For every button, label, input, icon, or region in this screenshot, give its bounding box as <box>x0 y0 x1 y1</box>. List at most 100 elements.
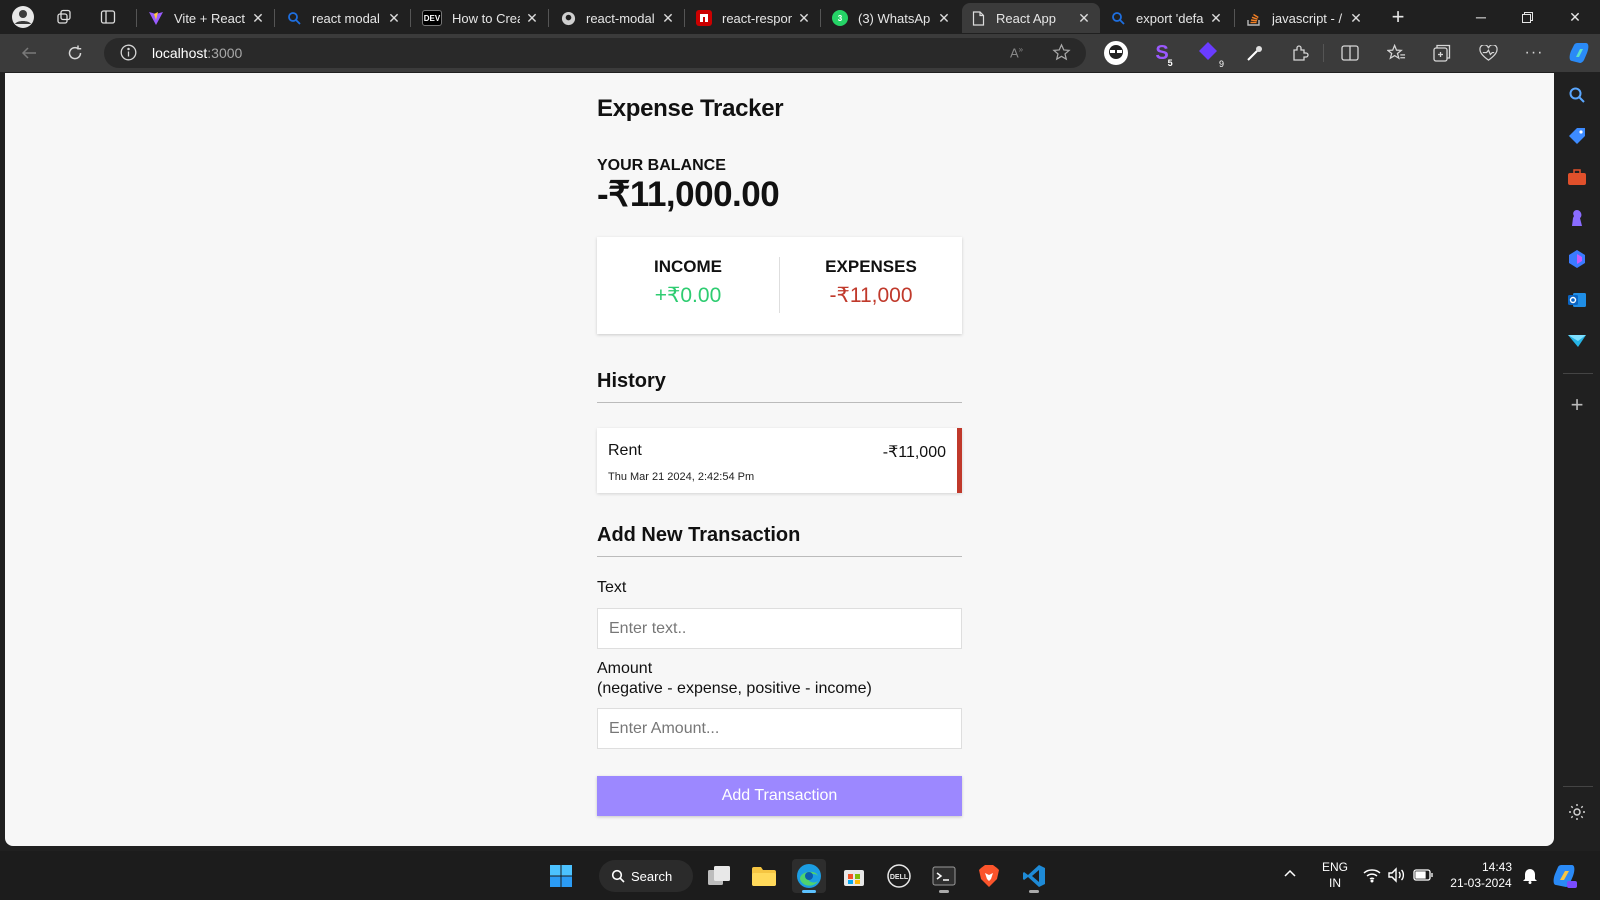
wifi-icon[interactable] <box>1363 867 1381 888</box>
games-chess-icon[interactable] <box>1565 206 1589 230</box>
tab-vite-react[interactable]: Vite + React ✕ <box>140 3 274 33</box>
balance-value: -₹11,000.00 <box>597 175 780 214</box>
close-icon[interactable]: ✕ <box>936 10 952 27</box>
copilot-sidebar-icon[interactable] <box>1565 247 1589 271</box>
close-icon[interactable]: ✕ <box>1348 10 1364 27</box>
search-icon <box>1110 10 1126 26</box>
shopping-tag-icon[interactable] <box>1565 124 1589 148</box>
tab-react-modal-github[interactable]: react-modal ✕ <box>552 3 684 33</box>
microsoft-store-icon[interactable] <box>837 859 871 893</box>
vscode-icon[interactable] <box>1017 859 1051 893</box>
add-transaction-heading: Add New Transaction <box>597 524 962 557</box>
clock[interactable]: 14:43 21-03-2024 <box>1444 859 1518 891</box>
notification-bell-icon[interactable] <box>1522 866 1538 889</box>
tray-chevron-up-icon[interactable] <box>1284 867 1296 885</box>
search-icon[interactable] <box>1565 83 1589 107</box>
outlook-icon[interactable] <box>1565 288 1589 312</box>
workspaces-icon[interactable] <box>50 4 78 30</box>
edge-browser-icon[interactable] <box>792 859 826 893</box>
expense-value: -₹11,000 <box>829 284 913 307</box>
tab-dev-how-to[interactable]: DEV How to Crea ✕ <box>414 3 548 33</box>
extensions-puzzle-icon[interactable] <box>1285 40 1315 66</box>
terminal-icon[interactable] <box>927 859 961 893</box>
split-screen-icon[interactable] <box>1335 40 1365 66</box>
back-arrow-icon[interactable] <box>14 40 44 66</box>
income-section: INCOME +₹0.00 <box>597 257 779 308</box>
windows-start-icon[interactable] <box>544 859 578 893</box>
tab-react-modal[interactable]: react modal ✕ <box>278 3 410 33</box>
list-item[interactable]: Rent -₹11,000 Thu Mar 21 2024, 2:42:54 P… <box>597 428 962 493</box>
amount-input[interactable] <box>597 708 962 749</box>
profile-avatar-icon[interactable] <box>9 4 37 30</box>
add-sidebar-app-plus-icon[interactable]: + <box>1565 392 1589 417</box>
dell-icon[interactable]: DELL <box>882 859 916 893</box>
battery-icon[interactable] <box>1413 868 1433 887</box>
tools-briefcase-icon[interactable] <box>1565 165 1589 189</box>
svg-text:DELL: DELL <box>890 874 909 881</box>
whatsapp-icon: 3 <box>832 10 848 26</box>
tab-export-default[interactable]: export 'defa ✕ <box>1102 3 1232 33</box>
tab-whatsapp[interactable]: 3 (3) WhatsAp ✕ <box>824 3 960 33</box>
brave-browser-icon[interactable] <box>972 859 1006 893</box>
task-view-icon[interactable] <box>702 859 736 893</box>
close-icon[interactable]: ✕ <box>660 10 676 27</box>
new-tab-plus-icon[interactable]: + <box>1384 4 1412 30</box>
add-transaction-button[interactable]: Add Transaction <box>597 776 962 816</box>
close-icon[interactable]: ✕ <box>386 10 402 27</box>
income-expense-card: INCOME +₹0.00 EXPENSES -₹11,000 <box>597 237 962 334</box>
collections-icon[interactable] <box>1427 40 1457 66</box>
amount-hint: (negative - expense, positive - income) <box>597 680 872 697</box>
close-icon[interactable]: ✕ <box>250 10 266 27</box>
favorites-icon[interactable] <box>1381 40 1411 66</box>
address-bar[interactable]: localhost:3000 A» <box>104 38 1086 68</box>
volume-icon[interactable] <box>1387 867 1405 888</box>
tab-react-app[interactable]: React App ✕ <box>962 3 1100 33</box>
vertical-tabs-icon[interactable] <box>94 4 122 30</box>
read-aloud-icon[interactable]: A» <box>1010 45 1023 60</box>
amount-field-label: Amount <box>597 660 653 677</box>
close-window-icon[interactable]: ✕ <box>1552 0 1598 34</box>
drop-send-icon[interactable] <box>1565 329 1589 353</box>
stackoverflow-icon <box>1246 10 1262 26</box>
close-icon[interactable]: ✕ <box>1208 10 1224 27</box>
restore-icon[interactable] <box>1504 0 1550 34</box>
url-text: localhost:3000 <box>152 45 243 61</box>
close-icon[interactable]: ✕ <box>1076 10 1092 27</box>
tab-javascript-stackoverflow[interactable]: javascript - / ✕ <box>1238 3 1372 33</box>
search-icon <box>286 10 302 26</box>
edge-sidebar: + <box>1555 73 1600 846</box>
close-icon[interactable]: ✕ <box>524 10 540 27</box>
income-value: +₹0.00 <box>654 284 722 307</box>
diamond-extension-icon[interactable]: 9 <box>1193 40 1224 69</box>
language-indicator[interactable]: ENG IN <box>1318 859 1352 891</box>
vite-icon <box>148 10 164 26</box>
text-input[interactable] <box>597 608 962 649</box>
profile-extension-icon[interactable] <box>1101 40 1131 66</box>
income-label: INCOME <box>654 257 722 276</box>
sidebar-settings-gear-icon[interactable] <box>1565 800 1589 824</box>
minimize-icon[interactable]: ─ <box>1458 0 1504 34</box>
browser-toolbar: localhost:3000 A» S5 9 ··· <box>0 34 1600 72</box>
tab-react-responsive[interactable]: react-respon ✕ <box>688 3 820 33</box>
taskbar-search[interactable]: Search <box>599 860 693 892</box>
close-icon[interactable]: ✕ <box>796 10 812 27</box>
copilot-icon[interactable] <box>1564 40 1594 66</box>
eyedropper-icon[interactable] <box>1239 40 1269 66</box>
history-heading: History <box>597 370 962 403</box>
balance-label: YOUR BALANCE <box>597 157 726 174</box>
copilot-taskbar-icon[interactable] <box>1550 862 1578 895</box>
text-field-label: Text <box>597 579 627 596</box>
page-title: Expense Tracker <box>597 95 784 122</box>
site-info-icon[interactable] <box>120 44 137 66</box>
refresh-icon[interactable] <box>60 40 90 66</box>
favorite-star-icon[interactable] <box>1052 43 1071 67</box>
page-viewport: Expense Tracker YOUR BALANCE -₹11,000.00… <box>5 73 1554 846</box>
github-icon <box>560 10 576 26</box>
npm-icon <box>696 10 712 26</box>
more-menu-icon[interactable]: ··· <box>1519 40 1549 66</box>
transaction-amount: -₹11,000 <box>882 444 946 461</box>
browser-essentials-heart-icon[interactable] <box>1473 40 1503 66</box>
file-explorer-icon[interactable] <box>747 859 781 893</box>
s-extension-icon[interactable]: S5 <box>1147 40 1177 68</box>
expense-section: EXPENSES -₹11,000 <box>780 257 962 308</box>
